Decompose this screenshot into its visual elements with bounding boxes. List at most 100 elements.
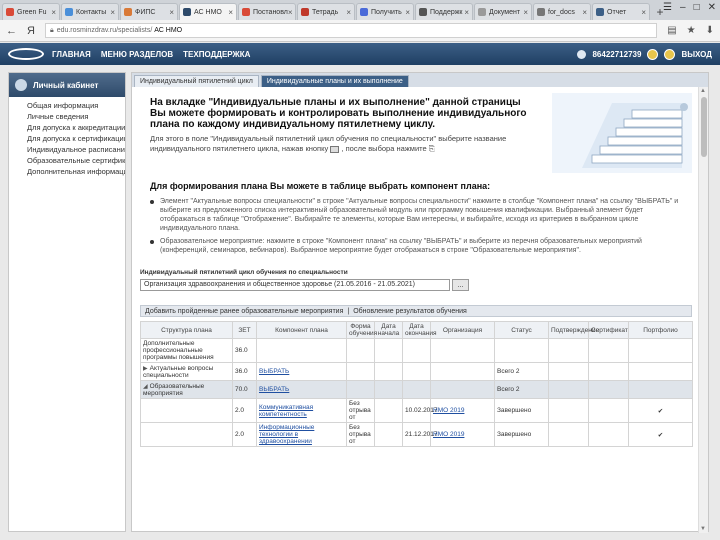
tab-favicon-icon [301, 8, 309, 16]
column-header[interactable]: Компонент плана [256, 321, 347, 339]
tab-close-icon[interactable]: × [641, 8, 646, 17]
download-icon[interactable]: ⬇ [706, 25, 714, 36]
cycle-browse-button[interactable]: ... [452, 279, 469, 291]
browser-tab[interactable]: Отчет × [592, 3, 650, 20]
scroll-up-icon[interactable]: ▲ [700, 88, 706, 94]
browser-tab[interactable]: Постановл × [238, 3, 296, 20]
tab-close-icon[interactable]: × [405, 8, 410, 17]
tab-close-icon[interactable]: × [110, 8, 115, 17]
table-cell-zet: 36.0 [232, 338, 257, 363]
cell-text[interactable]: ВЫБРАТЬ [259, 368, 289, 375]
tab-favicon-icon [65, 8, 73, 16]
star-icon[interactable]: ★ [687, 25, 696, 36]
column-header[interactable]: Дата начала [374, 321, 403, 339]
tab-favicon-icon [6, 8, 14, 16]
sidebar-item[interactable]: Дополнительная информация [27, 167, 125, 178]
page-tab[interactable]: Индивидуальный пятилетний цикл [134, 75, 259, 87]
column-header[interactable]: Структура плана [140, 321, 233, 339]
sidebar-item[interactable]: Индивидуальное расписание [27, 145, 125, 156]
column-header[interactable]: Форма обучения [346, 321, 377, 339]
tab-close-icon[interactable]: × [228, 8, 233, 17]
site-nav-item[interactable]: ТЕХПОДДЕРЖКА [183, 50, 250, 59]
cell-text[interactable]: НМО 2019 [433, 431, 464, 438]
table-cell-status: Завершено [494, 422, 549, 447]
help-icon[interactable] [647, 48, 659, 60]
browser-tab[interactable]: for_docs × [533, 3, 591, 20]
cell-text: Актуальные вопросы специальности [143, 364, 214, 379]
sidebar-item[interactable]: Общая информация [27, 101, 125, 112]
browser-tab[interactable]: ФИПС × [120, 3, 178, 20]
yandex-logo-icon[interactable]: Я [27, 25, 35, 37]
cell-text: Без отрыва от [349, 400, 371, 421]
search-icon[interactable] [664, 48, 676, 60]
table-row: 2.0 Информационные технологии в здравоохр… [140, 422, 693, 447]
table-cell-form: Без отрыва от [346, 422, 375, 447]
menu-icon[interactable]: ☰ [663, 2, 672, 13]
add-past-events-link[interactable]: Добавить пройденные ранее образовательны… [145, 308, 343, 315]
site-nav-item[interactable]: ГЛАВНАЯ [52, 50, 91, 59]
tab-close-icon[interactable]: × [288, 8, 293, 17]
update-results-link[interactable]: Обновление результатов обучения [353, 308, 467, 315]
tab-close-icon[interactable]: × [523, 8, 528, 17]
browser-tab[interactable]: Контакты × [61, 3, 119, 20]
scroll-down-icon[interactable]: ▼ [700, 526, 706, 532]
main-panel: Индивидуальный пятилетний цикл Индивидуал… [131, 72, 709, 533]
column-header[interactable]: Подтверждение [548, 321, 599, 339]
column-header[interactable]: Сертификат [588, 321, 629, 339]
minimize-icon[interactable]: ‒ [680, 2, 686, 13]
tab-close-icon[interactable]: × [346, 8, 351, 17]
tab-close-icon[interactable]: × [51, 8, 56, 17]
sidebar-item[interactable]: Для допуска к сертификации [27, 134, 125, 145]
browser-tab[interactable]: Поддержк × [415, 3, 473, 20]
tab-title: АС НМО [194, 8, 222, 16]
vertical-scrollbar[interactable]: ▲ ▼ [698, 87, 708, 533]
column-header[interactable]: Организация [430, 321, 495, 339]
sidebar-item[interactable]: Для допуска к аккредитации [27, 123, 125, 134]
cycle-label: Индивидуальный пятилетний цикл обучения … [140, 269, 348, 276]
cell-text[interactable]: Коммуникативная компетентность [259, 404, 313, 418]
lock-icon: 🔒︎ [49, 26, 54, 34]
table-cell-component: Информационные технологии в здравоохране… [256, 422, 347, 447]
browser-tab[interactable]: АС НМО × [179, 3, 237, 20]
exit-link[interactable]: ВЫХОД [681, 50, 712, 59]
url-host: АС НМО [154, 27, 183, 34]
scrollbar-thumb[interactable] [701, 97, 707, 157]
sidebar-item[interactable]: Личные сведения [27, 112, 125, 123]
tab-close-icon[interactable]: × [464, 8, 469, 17]
maximize-icon[interactable]: □ [694, 2, 700, 13]
bookmark-list-icon[interactable]: ▤ [667, 25, 676, 36]
tab-close-icon[interactable]: × [169, 8, 174, 17]
table-cell-component [256, 338, 347, 363]
column-header[interactable]: Портфолио [628, 321, 693, 339]
browser-tab[interactable]: Получить × [356, 3, 414, 20]
page-tab[interactable]: Индивидуальные планы и их выполнение [260, 75, 409, 87]
close-icon[interactable]: ✕ [708, 2, 716, 13]
page-tabs: Индивидуальный пятилетний цикл Индивидуал… [132, 73, 708, 87]
sidebar-item[interactable]: Образовательные сертификаты [27, 156, 125, 167]
browser-tab[interactable]: Тетрадь × [297, 3, 355, 20]
cell-text[interactable]: ВЫБРАТЬ [259, 386, 289, 393]
table-cell-form: Без отрыва от [346, 398, 375, 423]
browser-tab[interactable]: Документ × [474, 3, 532, 20]
column-header[interactable]: ЗЕТ [232, 321, 257, 339]
tab-favicon-icon [478, 8, 486, 16]
column-header[interactable]: Дата окончания [402, 321, 436, 339]
site-logo-icon[interactable] [8, 48, 44, 60]
browser-tab[interactable]: Green Fu × [2, 3, 60, 20]
site-nav-item[interactable]: МЕНЮ РАЗДЕЛОВ [101, 50, 173, 59]
url-input[interactable]: 🔒︎ edu.rosminzdrav.ru/specialists/ АС НМ… [44, 23, 658, 38]
table-cell-portfolio [628, 338, 693, 363]
table-row: ▶ Актуальные вопросы специальности 36.0 ВЫБ… [140, 362, 693, 381]
table-cell-end: 10.02.2017 [402, 398, 438, 423]
tab-title: Контакты [76, 8, 107, 16]
table-cell-org [430, 380, 495, 399]
column-header[interactable]: Статус [494, 321, 549, 339]
cell-text[interactable]: Информационные технологии в здравоохране… [259, 424, 314, 445]
tab-close-icon[interactable]: × [582, 8, 587, 17]
back-arrow-icon[interactable]: ← [6, 25, 17, 37]
cycle-select[interactable]: Организация здравоохранения и общественн… [140, 279, 450, 291]
table-cell-confirm [548, 422, 589, 447]
table-cell-zet: 36.0 [232, 362, 257, 381]
user-phone: 86422712739 [592, 49, 642, 59]
cell-text[interactable]: НМО 2019 [433, 407, 464, 414]
